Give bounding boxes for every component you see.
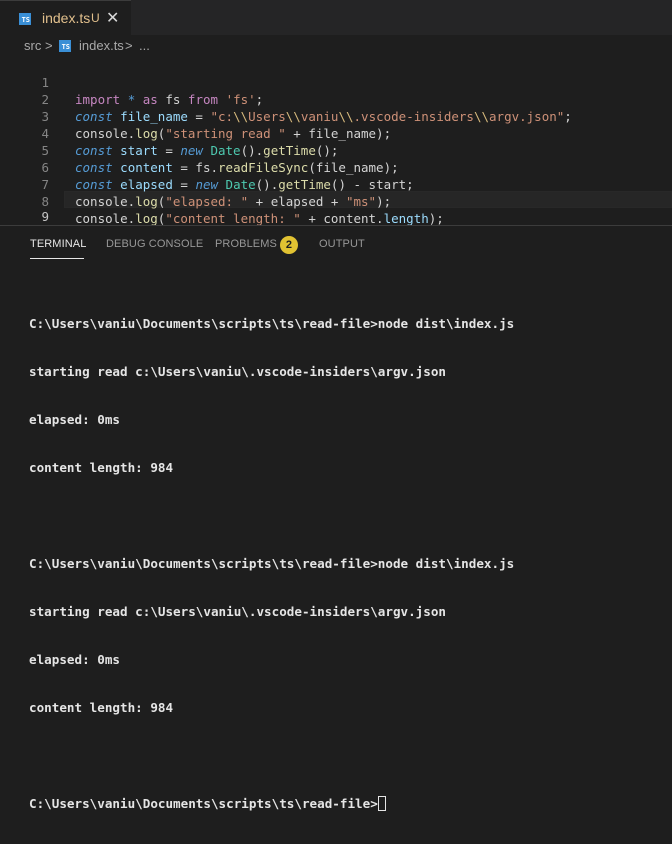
terminal-line: starting read c:\Users\vaniu\.vscode-ins… (29, 364, 447, 379)
chevron-right-icon: > (125, 38, 133, 53)
terminal-prompt-line[interactable]: C:\Users\vaniu\Documents\scripts\ts\read… (29, 796, 514, 812)
terminal-output[interactable]: C:\Users\vaniu\Documents\scripts\ts\read… (29, 284, 514, 844)
terminal-line: elapsed: 0ms (29, 652, 120, 667)
breadcrumb-file[interactable]: index.ts (79, 38, 124, 53)
terminal-line: C:\Users\vaniu\Documents\scripts\ts\read… (29, 556, 515, 571)
tab-debug-console[interactable]: DEBUG CONSOLE (106, 238, 203, 250)
editor-tab-bar: TS index.ts U ✕ (0, 0, 672, 35)
breadcrumb: src > TS index.ts > ... (0, 35, 672, 57)
active-tab-indicator (30, 258, 84, 259)
chevron-right-icon: > (45, 38, 53, 53)
code-line: 7 console.log("elapsed: " + elapsed + "m… (0, 159, 672, 209)
tab-terminal[interactable]: TERMINAL (30, 238, 86, 250)
bottom-panel: TERMINAL DEBUG CONSOLE PROBLEMS 2 OUTPUT… (0, 225, 672, 811)
tab-filename: index.ts (42, 10, 91, 26)
terminal-line: starting read c:\Users\vaniu\.vscode-ins… (29, 604, 447, 619)
code-line: 9 (0, 191, 672, 224)
code-line: 6 const elapsed = new Date().getTime() -… (0, 142, 672, 192)
problems-count-badge: 2 (280, 236, 298, 254)
ts-file-icon: TS (19, 13, 31, 25)
terminal-cursor (377, 796, 386, 811)
code-line: 1 import * as fs from 'fs'; (0, 57, 672, 107)
tab-index-ts[interactable]: TS index.ts U ✕ (0, 0, 131, 35)
code-line: 4 const start = new Date().getTime(); (0, 108, 672, 158)
panel-tabs: TERMINAL DEBUG CONSOLE PROBLEMS 2 OUTPUT (0, 226, 672, 261)
code-line: 5 const content = fs.readFileSync(file_n… (0, 125, 672, 175)
code-editor[interactable]: 1 import * as fs from 'fs'; 2 const file… (0, 57, 672, 226)
breadcrumb-more[interactable]: ... (139, 38, 150, 53)
line-number: 9 (41, 209, 49, 224)
terminal-prompt: C:\Users\vaniu\Documents\scripts\ts\read… (29, 796, 378, 811)
breadcrumb-folder[interactable]: src (24, 38, 41, 53)
terminal-line: content length: 984 (29, 700, 174, 715)
tab-problems[interactable]: PROBLEMS (215, 238, 277, 250)
untracked-status: U (91, 11, 100, 25)
terminal-line: elapsed: 0ms (29, 412, 120, 427)
ts-file-icon: TS (59, 40, 71, 52)
terminal-line: C:\Users\vaniu\Documents\scripts\ts\read… (29, 316, 515, 331)
close-icon[interactable]: ✕ (106, 8, 119, 28)
tab-output[interactable]: OUTPUT (319, 238, 365, 250)
code-line: 2 const file_name = "c:\\Users\\vaniu\\.… (0, 74, 672, 124)
code-line: 3 console.log("starting read " + file_na… (0, 91, 672, 141)
